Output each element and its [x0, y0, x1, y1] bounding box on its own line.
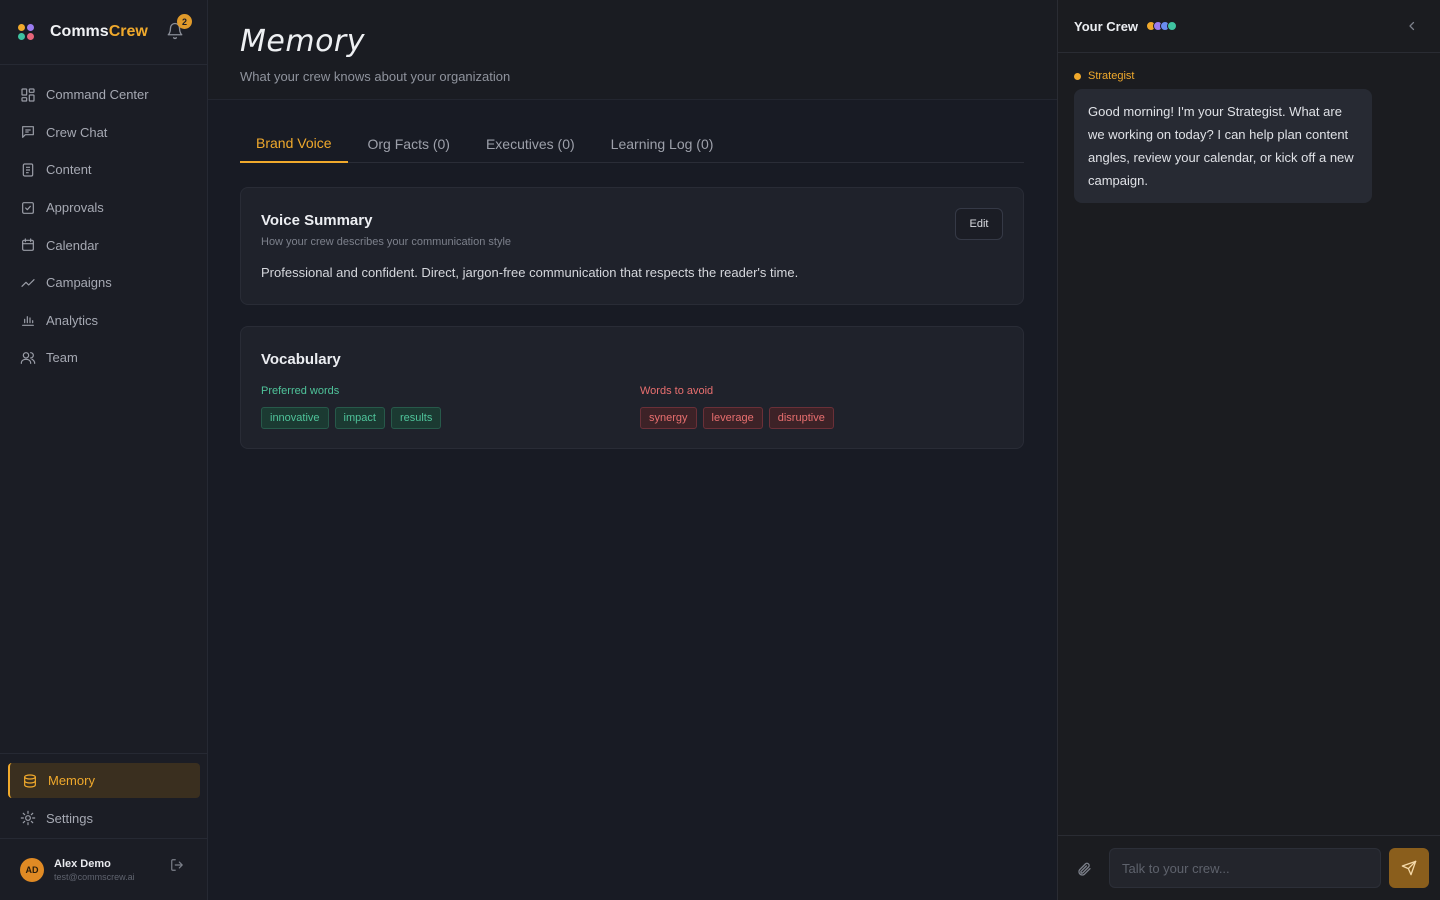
page-subtitle: What your crew knows about your organiza… — [240, 69, 511, 84]
page-header: Memory What your crew knows about your o… — [208, 0, 1057, 100]
preferred-word-chip: results — [390, 407, 442, 429]
agent-name: Strategist — [1088, 70, 1135, 82]
panel-header: Your Crew — [1058, 0, 1440, 53]
sidebar-item-crew-chat[interactable]: Crew Chat — [0, 114, 207, 152]
voice-summary-card: Voice Summary How your crew describes yo… — [240, 187, 1024, 305]
avoid-words-section: Words to avoid synergy leverage disrupti… — [640, 385, 834, 429]
avoid-word-chip: disruptive — [768, 407, 834, 429]
sidebar-item-label: Approvals — [46, 200, 104, 216]
sidebar-item-calendar[interactable]: Calendar — [0, 226, 207, 264]
sidebar-item-label: Campaigns — [46, 275, 112, 291]
chevron-left-icon[interactable] — [1406, 20, 1418, 32]
users-icon — [20, 352, 36, 364]
avoid-word-chip: synergy — [640, 407, 697, 429]
sidebar-item-label: Command Center — [46, 87, 149, 103]
user-email: test@commscrew.ai — [54, 871, 135, 882]
sidebar-item-label: Team — [46, 350, 78, 366]
sidebar-item-command-center[interactable]: Command Center — [0, 76, 207, 114]
preferred-words-list: innovative impact results — [261, 407, 442, 429]
page-title: Memory — [240, 24, 366, 59]
voice-summary-subtitle: How your crew describes your communicati… — [261, 236, 512, 248]
sidebar-item-label: Analytics — [46, 312, 99, 328]
paperclip-icon[interactable] — [1076, 861, 1092, 877]
document-icon — [22, 163, 34, 177]
chat-composer — [1058, 835, 1440, 900]
voice-summary-title: Voice Summary — [261, 212, 373, 229]
grid-icon — [21, 88, 35, 102]
brand-name[interactable]: CommsCrew — [50, 23, 148, 41]
main-content: Memory What your crew knows about your o… — [208, 0, 1057, 900]
send-icon — [1401, 860, 1417, 876]
logout-icon[interactable] — [170, 858, 184, 872]
sidebar-item-label: Memory — [48, 773, 95, 788]
preferred-word-chip: impact — [334, 407, 385, 429]
tab-executives[interactable]: Executives (0) — [470, 125, 591, 163]
avoid-word-chip: leverage — [702, 407, 763, 429]
agent-label: Strategist — [1074, 70, 1134, 82]
memory-tabs: Brand Voice Org Facts (0) Executives (0)… — [240, 125, 1024, 163]
calendar-icon — [22, 238, 34, 252]
agent-status-dot — [1074, 72, 1081, 80]
sidebar-item-label: Crew Chat — [46, 124, 108, 140]
sidebar-item-content[interactable]: Content — [0, 151, 207, 189]
panel-title: Your Crew — [1074, 18, 1139, 34]
preferred-words-label: Preferred words — [261, 385, 340, 397]
vocabulary-title: Vocabulary — [261, 351, 341, 368]
avoid-words-list: synergy leverage disruptive — [640, 407, 834, 429]
sidebar-item-campaigns[interactable]: Campaigns — [0, 264, 207, 302]
vocabulary-card: Vocabulary Preferred words innovative im… — [240, 326, 1024, 449]
user-name: Alex Demo — [54, 857, 111, 870]
preferred-word-chip: innovative — [261, 407, 329, 429]
avoid-words-label: Words to avoid — [640, 385, 714, 397]
database-icon — [24, 773, 36, 788]
avatar[interactable]: AD — [20, 857, 44, 882]
sidebar-item-analytics[interactable]: Analytics — [0, 302, 207, 340]
sidebar-item-label: Calendar — [46, 237, 99, 253]
notification-badge: 2 — [177, 14, 192, 29]
tab-learning-log[interactable]: Learning Log (0) — [595, 125, 730, 163]
main-nav: Command Center Crew Chat Content Approva… — [0, 65, 207, 377]
crew-chat-panel: Your Crew Strategist Good morning! I'm y… — [1057, 0, 1440, 900]
gear-icon — [20, 810, 36, 826]
brand-logo-icon — [18, 24, 34, 40]
voice-summary-text: Professional and confident. Direct, jarg… — [261, 265, 799, 280]
trend-icon — [21, 278, 35, 287]
tab-org-facts[interactable]: Org Facts (0) — [352, 125, 466, 163]
sidebar-item-settings[interactable]: Settings — [0, 798, 208, 838]
sidebar-item-memory[interactable]: Memory — [8, 763, 200, 798]
brand-header: CommsCrew 2 — [0, 0, 207, 65]
bar-chart-icon — [22, 316, 34, 327]
sidebar-item-label: Content — [46, 162, 92, 178]
edit-button[interactable]: Edit — [955, 208, 1003, 240]
brand-name-part1: Comms — [50, 23, 109, 40]
chat-icon — [22, 126, 34, 139]
chat-input[interactable] — [1109, 848, 1381, 888]
tab-brand-voice[interactable]: Brand Voice — [240, 125, 348, 163]
sidebar-item-approvals[interactable]: Approvals — [0, 189, 207, 227]
brand-name-part2: Crew — [108, 23, 148, 40]
send-button[interactable] — [1389, 848, 1429, 888]
checkbox-icon — [22, 201, 34, 214]
sidebar-item-label: Settings — [46, 810, 93, 826]
chat-message: Good morning! I'm your Strategist. What … — [1074, 89, 1372, 203]
user-profile: AD Alex Demo test@commscrew.ai — [0, 838, 208, 900]
sidebar-item-team[interactable]: Team — [0, 339, 207, 377]
preferred-words-section: Preferred words innovative impact result… — [261, 385, 442, 429]
crew-avatars-icon — [1146, 21, 1178, 31]
bottom-nav: Memory Settings — [0, 753, 208, 838]
sidebar: CommsCrew 2 Command Center Crew Chat Con… — [0, 0, 208, 900]
